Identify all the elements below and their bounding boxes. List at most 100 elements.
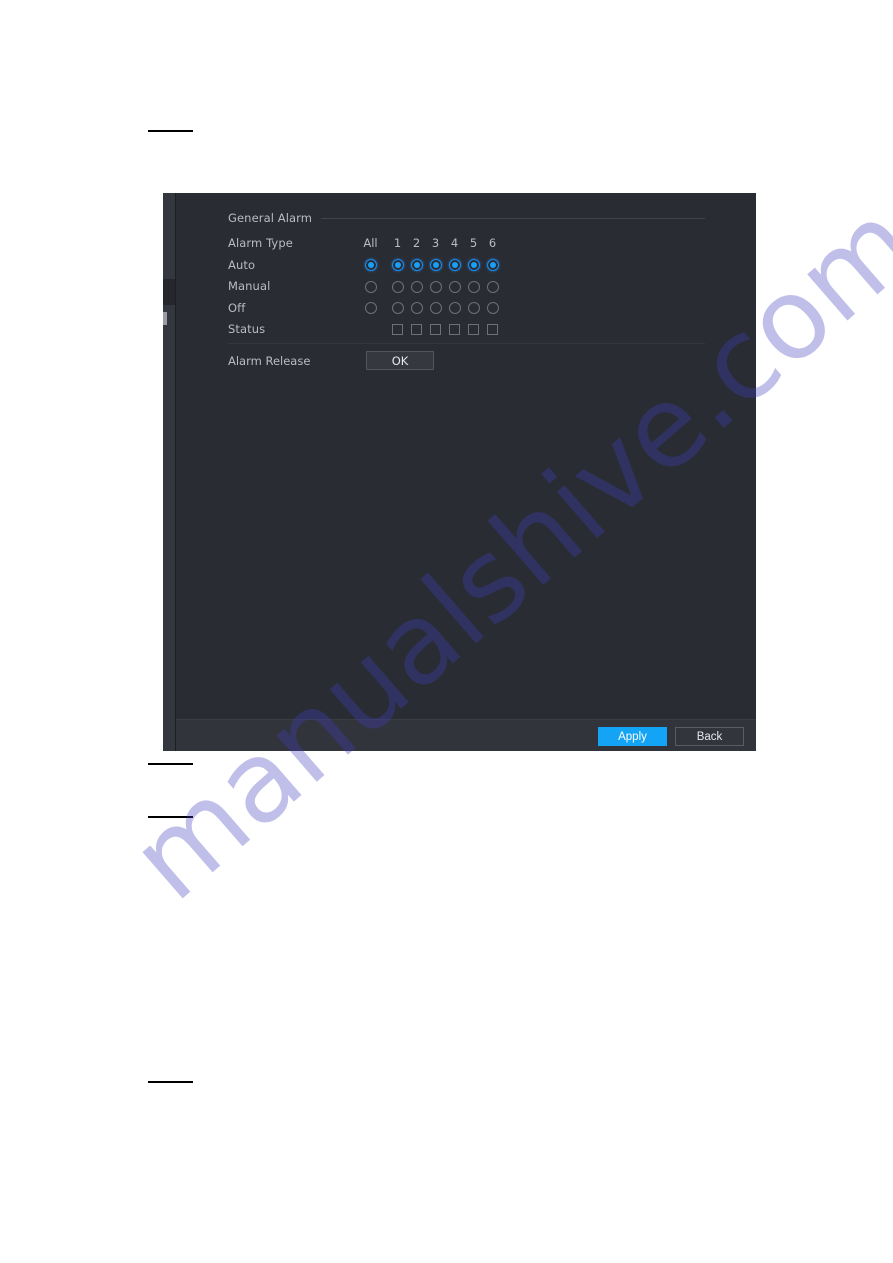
column-header-row: Alarm Type All 1 2 3 4 5 6: [228, 233, 705, 255]
radio-icon: [364, 280, 377, 293]
radio-icon: [391, 302, 404, 315]
radio-manual-4[interactable]: [445, 276, 464, 298]
section-divider-lower: [228, 343, 705, 344]
dialog-footer: Apply Back: [176, 719, 756, 751]
radio-icon: [410, 259, 423, 272]
apply-button[interactable]: Apply: [598, 726, 667, 746]
checkbox-icon: [468, 324, 479, 336]
row-auto: Auto: [228, 255, 705, 277]
row-status: Status: [228, 319, 705, 341]
row-manual: Manual: [228, 276, 705, 298]
section-title: General Alarm: [228, 211, 313, 225]
radio-auto-2[interactable]: [407, 255, 426, 277]
radio-icon: [364, 302, 377, 315]
redaction-bar: [148, 816, 193, 818]
alarm-type-grid: Alarm Type All 1 2 3 4 5 6 Auto Manual O…: [228, 233, 705, 341]
checkbox-status-2[interactable]: [407, 319, 426, 341]
radio-icon: [486, 259, 499, 272]
alarm-release-label: Alarm Release: [228, 354, 311, 368]
radio-off-2[interactable]: [407, 298, 426, 320]
row-label-status: Status: [228, 322, 266, 336]
radio-off-4[interactable]: [445, 298, 464, 320]
radio-off-6[interactable]: [483, 298, 502, 320]
radio-auto-5[interactable]: [464, 255, 483, 277]
checkbox-icon: [487, 324, 498, 336]
radio-manual-all[interactable]: [361, 276, 380, 298]
redaction-bar: [148, 763, 193, 765]
sidebar-item-selected[interactable]: [163, 279, 175, 305]
column-header-5: 5: [464, 233, 483, 255]
back-button[interactable]: Back: [675, 726, 744, 746]
radio-manual-3[interactable]: [426, 276, 445, 298]
section-divider: [321, 217, 705, 219]
radio-icon: [410, 280, 423, 293]
sidebar-item[interactable]: [163, 305, 175, 719]
sidebar-item[interactable]: [163, 193, 175, 279]
row-label-manual: Manual: [228, 279, 271, 293]
checkbox-icon: [411, 324, 422, 336]
column-label: 4: [450, 236, 459, 250]
column-header-1: 1: [388, 233, 407, 255]
radio-manual-6[interactable]: [483, 276, 502, 298]
section-header: General Alarm: [228, 211, 705, 225]
checkbox-icon: [449, 324, 460, 336]
radio-icon: [429, 280, 442, 293]
radio-off-3[interactable]: [426, 298, 445, 320]
column-label: 5: [469, 236, 478, 250]
checkbox-status-5[interactable]: [464, 319, 483, 341]
column-header-all: All: [361, 233, 380, 255]
column-header-4: 4: [445, 233, 464, 255]
radio-icon: [391, 280, 404, 293]
radio-icon: [486, 280, 499, 293]
radio-icon: [391, 259, 404, 272]
column-label: 6: [488, 236, 497, 250]
column-label: All: [363, 236, 378, 250]
checkbox-status-4[interactable]: [445, 319, 464, 341]
radio-icon: [410, 302, 423, 315]
radio-auto-all[interactable]: [361, 255, 380, 277]
row-label-alarm-type: Alarm Type: [228, 236, 293, 250]
radio-icon: [486, 302, 499, 315]
redaction-bar: [148, 130, 193, 132]
alarm-release-ok-button[interactable]: OK: [366, 351, 434, 370]
checkbox-icon: [392, 324, 403, 336]
radio-icon: [448, 280, 461, 293]
row-label-off: Off: [228, 300, 246, 315]
radio-manual-2[interactable]: [407, 276, 426, 298]
column-header-3: 3: [426, 233, 445, 255]
dialog-content: General Alarm Alarm Type All 1 2 3 4 5 6…: [176, 193, 756, 719]
radio-off-1[interactable]: [388, 298, 407, 320]
column-header-2: 2: [407, 233, 426, 255]
sidebar-scrollbar[interactable]: [163, 312, 167, 325]
checkbox-status-1[interactable]: [388, 319, 407, 341]
radio-off-all[interactable]: [361, 298, 380, 320]
radio-icon: [448, 259, 461, 272]
checkbox-status-6[interactable]: [483, 319, 502, 341]
radio-auto-3[interactable]: [426, 255, 445, 277]
radio-manual-1[interactable]: [388, 276, 407, 298]
radio-icon: [429, 259, 442, 272]
column-label: 3: [431, 236, 440, 250]
checkbox-status-3[interactable]: [426, 319, 445, 341]
column-header-6: 6: [483, 233, 502, 255]
radio-icon: [364, 259, 377, 272]
radio-icon: [467, 259, 480, 272]
column-label: 2: [412, 236, 421, 250]
sidebar-strip[interactable]: [163, 193, 176, 751]
checkbox-icon: [430, 324, 441, 336]
radio-auto-1[interactable]: [388, 255, 407, 277]
radio-manual-5[interactable]: [464, 276, 483, 298]
redaction-bar: [148, 1081, 193, 1083]
radio-auto-4[interactable]: [445, 255, 464, 277]
radio-icon: [467, 280, 480, 293]
radio-icon: [467, 302, 480, 315]
radio-auto-6[interactable]: [483, 255, 502, 277]
radio-icon: [429, 302, 442, 315]
alarm-settings-dialog: General Alarm Alarm Type All 1 2 3 4 5 6…: [163, 193, 756, 751]
radio-icon: [448, 302, 461, 315]
alarm-release-row: Alarm Release OK: [228, 351, 705, 371]
radio-off-5[interactable]: [464, 298, 483, 320]
row-off: Off: [228, 298, 705, 320]
column-label: 1: [393, 236, 402, 250]
row-label-auto: Auto: [228, 257, 256, 272]
